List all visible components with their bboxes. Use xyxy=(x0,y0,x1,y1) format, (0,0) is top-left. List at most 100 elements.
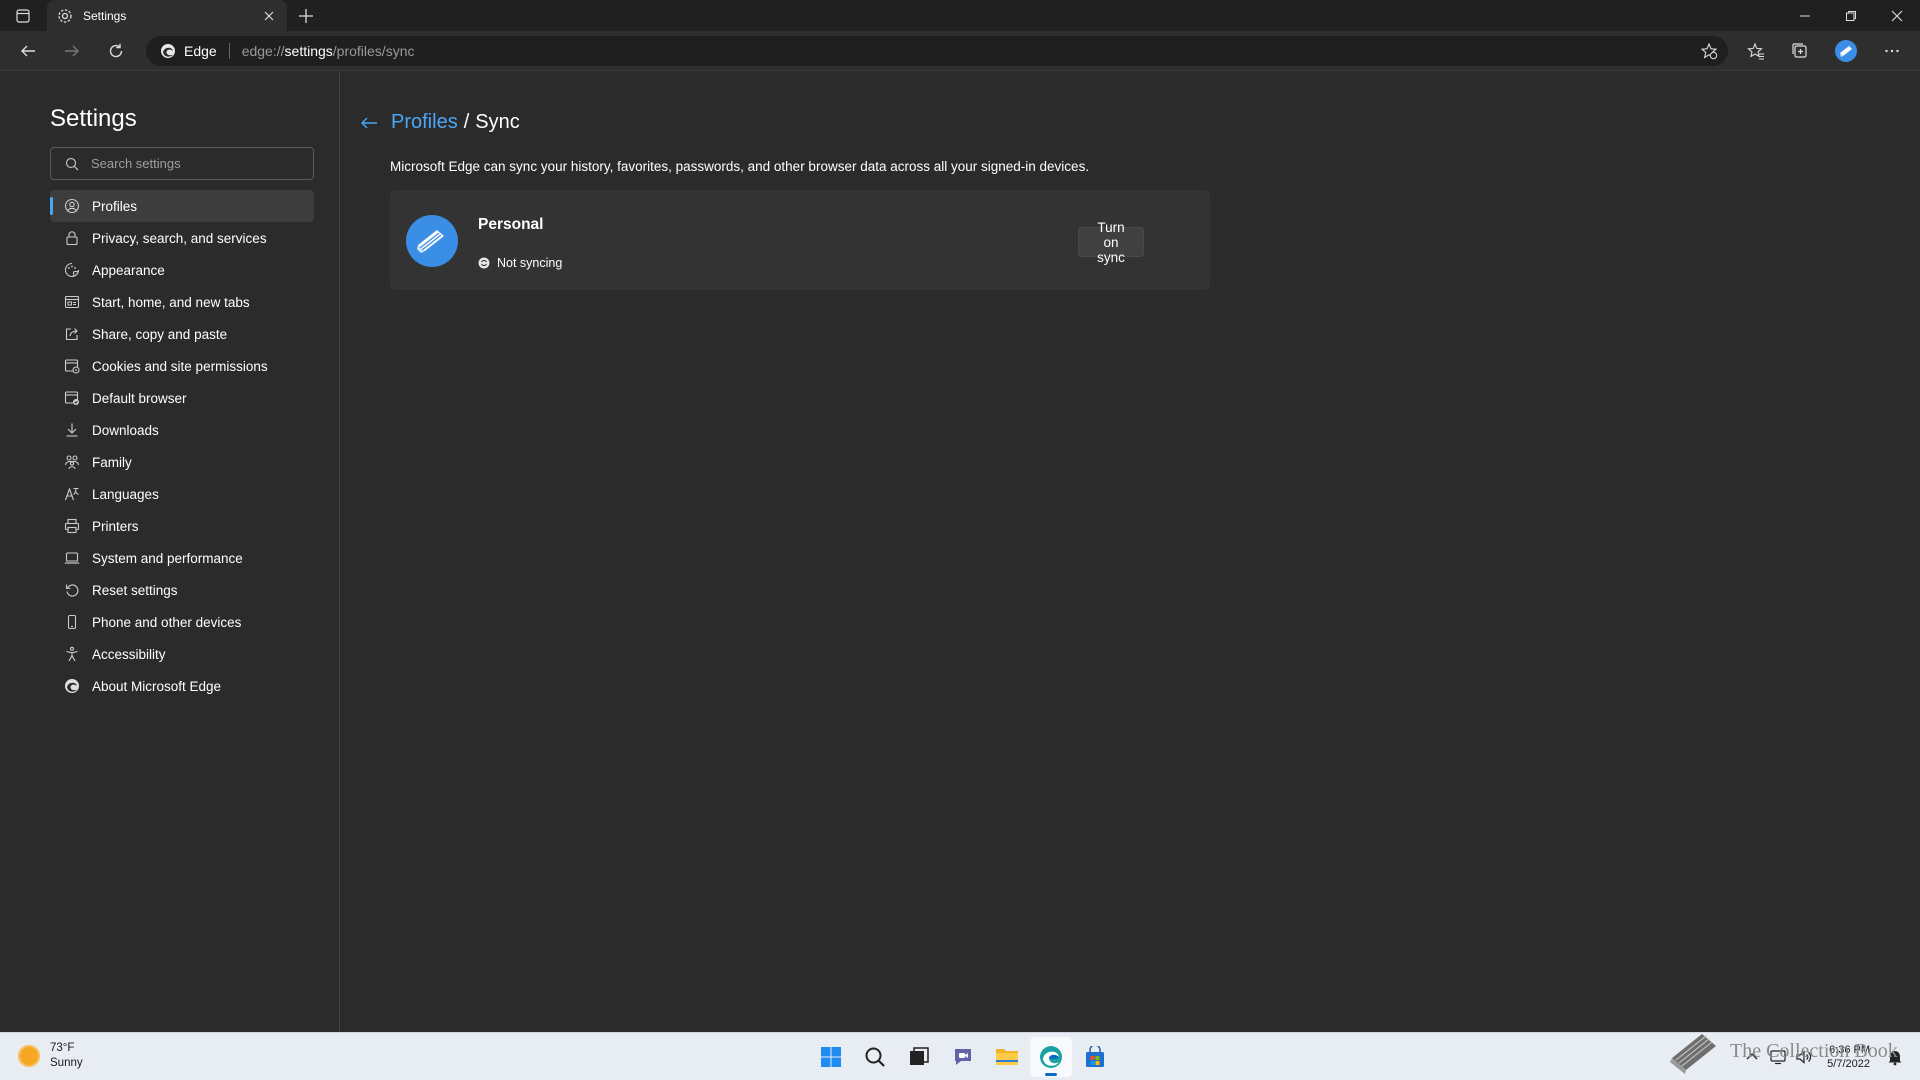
sidebar-item-languages[interactable]: Languages xyxy=(50,478,314,510)
watermark-text: The Collection Book xyxy=(1730,1039,1898,1062)
sidebar-item-label: Profiles xyxy=(92,198,138,214)
profile-button[interactable] xyxy=(1832,37,1860,65)
forward-button[interactable] xyxy=(58,37,86,65)
sidebar-item-default-browser[interactable]: Default browser xyxy=(50,382,314,414)
gear-icon xyxy=(58,8,72,23)
sidebar-item-start-home[interactable]: Start, home, and new tabs xyxy=(50,286,314,318)
store-icon xyxy=(1086,1046,1104,1067)
restore-button[interactable] xyxy=(1828,0,1874,31)
sidebar-item-label: Start, home, and new tabs xyxy=(92,294,250,310)
edge-logo-icon xyxy=(65,679,79,693)
profile-name: Personal xyxy=(478,216,544,233)
languages-icon xyxy=(64,487,79,501)
teams-chat-button[interactable] xyxy=(942,1037,984,1077)
search-input[interactable] xyxy=(91,156,291,171)
sidebar-item-profiles[interactable]: Profiles xyxy=(50,190,314,222)
tab-actions-icon xyxy=(16,9,30,23)
sidebar-item-label: About Microsoft Edge xyxy=(92,678,222,694)
sync-status: Not syncing xyxy=(478,256,562,270)
sidebar-title: Settings xyxy=(50,105,137,132)
weather-widget[interactable]: 73°F Sunny xyxy=(18,1041,83,1071)
sidebar-item-label: Reset settings xyxy=(92,582,178,598)
weather-temperature: 73°F xyxy=(50,1042,75,1054)
taskbar-apps xyxy=(810,1037,1118,1077)
refresh-icon xyxy=(109,43,123,58)
sidebar-item-share-copy-paste[interactable]: Share, copy and paste xyxy=(50,318,314,350)
folder-icon xyxy=(996,1049,1018,1065)
search-icon xyxy=(65,157,79,170)
cookies-icon xyxy=(64,359,80,374)
close-window-button[interactable] xyxy=(1874,0,1920,31)
sidebar-item-label: Accessibility xyxy=(92,646,166,662)
edge-logo-icon xyxy=(161,44,175,58)
forward-arrow-icon xyxy=(65,45,79,57)
profile-avatar-icon xyxy=(406,215,458,267)
profile-avatar-icon xyxy=(1835,40,1857,62)
sidebar-item-reset-settings[interactable]: Reset settings xyxy=(50,574,314,606)
plus-icon xyxy=(299,9,313,23)
file-explorer-button[interactable] xyxy=(986,1037,1028,1077)
profile-card: Personal Not syncing Turn on sync xyxy=(390,190,1210,290)
sun-icon xyxy=(18,1045,40,1067)
more-menu-button[interactable] xyxy=(1878,37,1906,65)
address-bar[interactable]: Edge edge://settings/profiles/sync xyxy=(146,36,1728,66)
appearance-icon xyxy=(64,262,80,278)
tab-actions-button[interactable] xyxy=(8,4,38,28)
settings-sidebar: Settings Profiles Privacy, search, and s… xyxy=(0,71,340,1032)
favorites-button[interactable] xyxy=(1742,37,1770,65)
sidebar-item-system-performance[interactable]: System and performance xyxy=(50,542,314,574)
sidebar-item-label: Printers xyxy=(92,518,139,534)
add-favorite-icon[interactable] xyxy=(1700,42,1718,60)
sidebar-item-appearance[interactable]: Appearance xyxy=(50,254,314,286)
sidebar-item-downloads[interactable]: Downloads xyxy=(50,414,314,446)
turn-on-sync-button[interactable]: Turn on sync xyxy=(1078,220,1144,265)
more-horizontal-icon xyxy=(1885,49,1899,53)
search-icon xyxy=(865,1047,885,1067)
address-site-label: Edge xyxy=(184,43,217,59)
sidebar-item-about-edge[interactable]: About Microsoft Edge xyxy=(50,670,314,702)
back-arrow-icon[interactable] xyxy=(359,113,379,133)
task-view-button[interactable] xyxy=(898,1037,940,1077)
favorites-star-icon xyxy=(1747,42,1764,60)
url-path: /profiles/sync xyxy=(332,43,415,59)
url-scheme: edge:// xyxy=(241,43,285,59)
store-button[interactable] xyxy=(1074,1037,1116,1077)
task-view-icon xyxy=(910,1047,929,1065)
sidebar-item-cookies[interactable]: Cookies and site permissions xyxy=(50,350,314,382)
sidebar-item-privacy[interactable]: Privacy, search, and services xyxy=(50,222,314,254)
default-browser-icon xyxy=(64,391,79,405)
sync-status-label: Not syncing xyxy=(497,256,563,270)
profile-icon xyxy=(64,198,80,214)
weather-description: Sunny xyxy=(50,1057,83,1069)
edge-taskbar-button[interactable] xyxy=(1030,1037,1072,1077)
minimize-button[interactable] xyxy=(1782,0,1828,31)
sidebar-item-label: Phone and other devices xyxy=(92,614,242,630)
collections-button[interactable] xyxy=(1786,37,1814,65)
search-settings[interactable] xyxy=(50,147,314,180)
family-icon xyxy=(64,455,80,470)
sidebar-item-family[interactable]: Family xyxy=(50,446,314,478)
sidebar-item-label: Privacy, search, and services xyxy=(92,230,267,246)
new-tab-button[interactable] xyxy=(296,6,316,26)
search-taskbar-button[interactable] xyxy=(854,1037,896,1077)
tab-settings[interactable]: Settings xyxy=(47,0,287,31)
back-arrow-icon xyxy=(21,45,35,57)
windows-logo-icon xyxy=(821,1047,841,1067)
sync-description: Microsoft Edge can sync your history, fa… xyxy=(390,159,1090,174)
address-url[interactable]: edge://settings/profiles/sync xyxy=(242,43,415,59)
sidebar-item-accessibility[interactable]: Accessibility xyxy=(50,638,314,670)
refresh-button[interactable] xyxy=(102,37,130,65)
sidebar-item-printers[interactable]: Printers xyxy=(50,510,314,542)
page-title: Sync xyxy=(475,111,520,133)
taskbar: 73°F Sunny 6:36 PM 5/7/2022 xyxy=(0,1032,1920,1080)
start-button[interactable] xyxy=(810,1037,852,1077)
sync-status-icon xyxy=(478,257,490,269)
lock-icon xyxy=(66,231,78,246)
sidebar-item-phone-devices[interactable]: Phone and other devices xyxy=(50,606,314,638)
close-tab-icon[interactable] xyxy=(261,8,277,24)
sidebar-item-label: Share, copy and paste xyxy=(92,326,228,342)
url-host: settings xyxy=(284,43,333,59)
breadcrumb-profiles-link[interactable]: Profiles xyxy=(391,111,458,134)
back-button[interactable] xyxy=(14,37,42,65)
close-icon xyxy=(1891,10,1903,21)
